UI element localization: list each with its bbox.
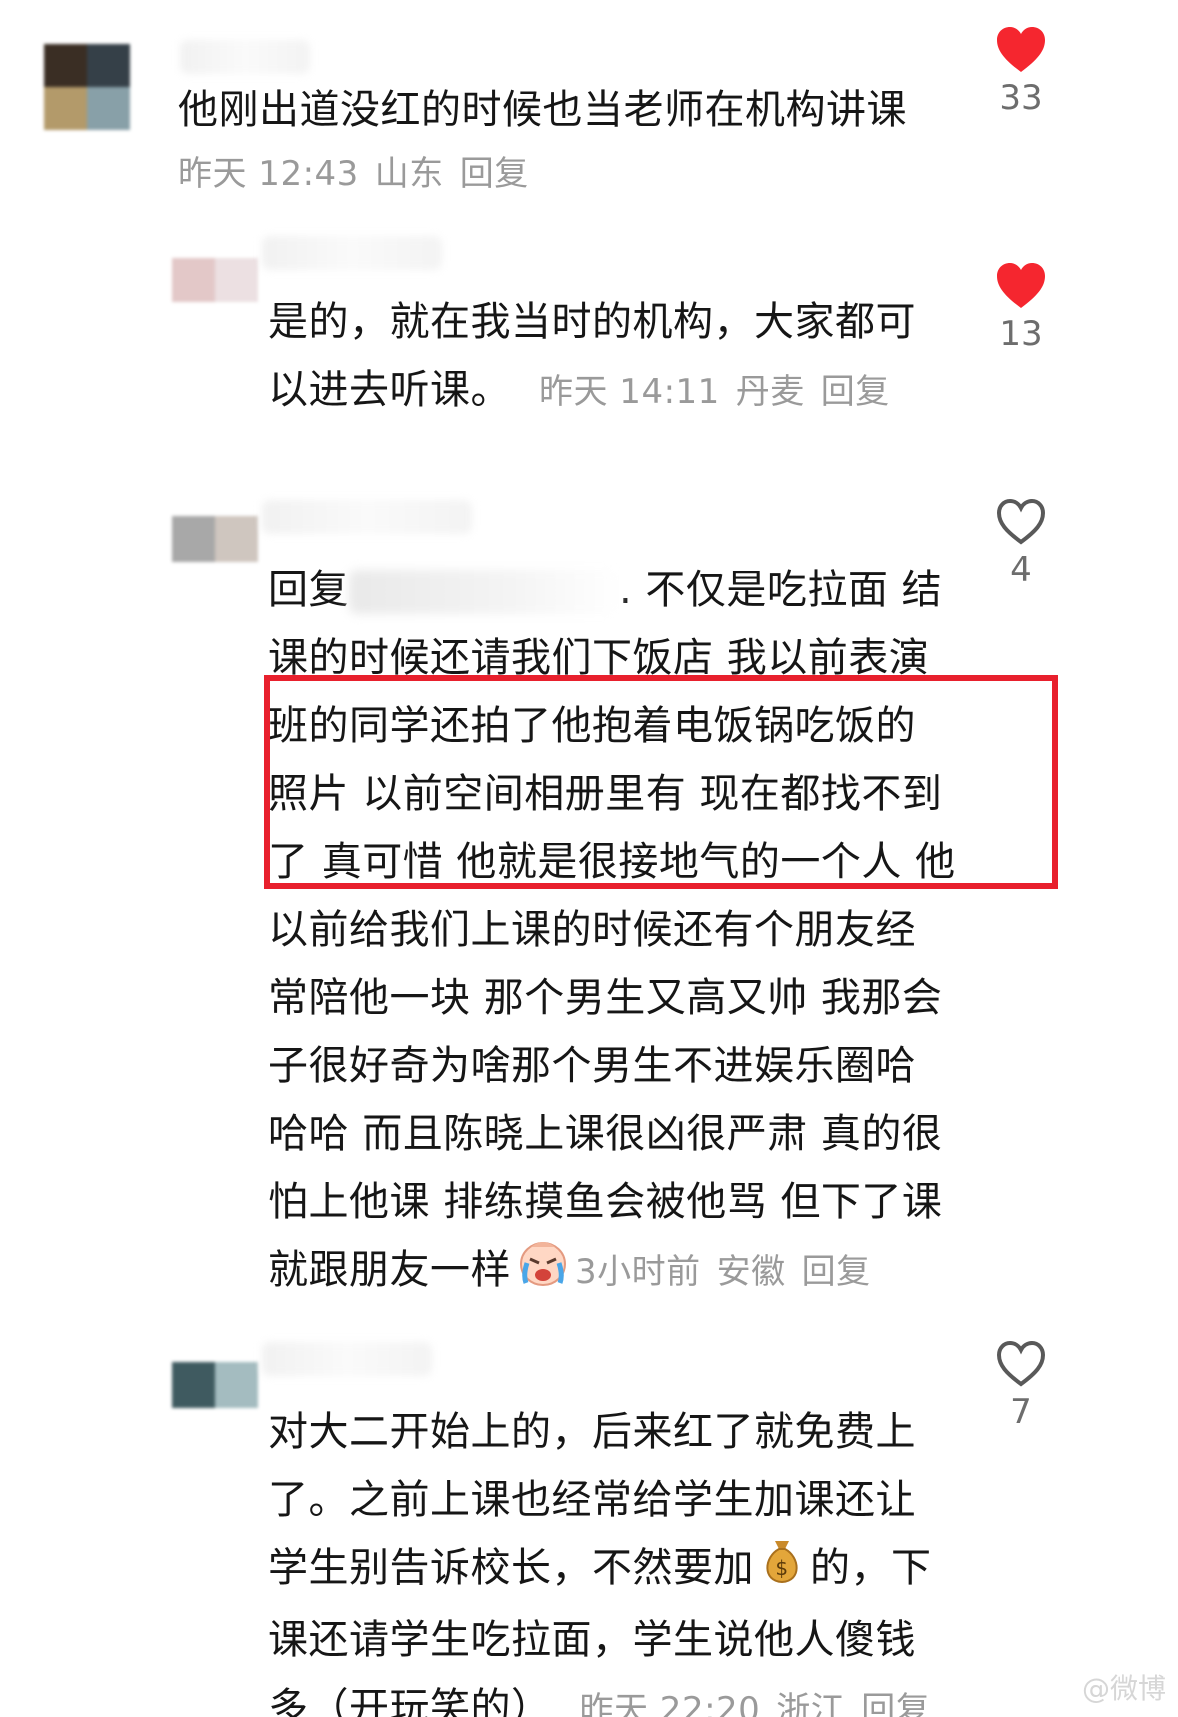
heart-filled-icon[interactable] — [966, 262, 1076, 310]
comment-meta: 3小时前 安徽 回复 — [575, 1252, 887, 1292]
comment-line: 多（开玩笑的） 昨天 22:20 浙江 回复 — [268, 1674, 946, 1717]
comment-line: 就跟朋友一样 3小时前 安徽 回复 — [268, 1236, 956, 1308]
avatar[interactable] — [172, 258, 258, 302]
comment-body: 回复. 不仅是吃拉面 结 课的时候还请我们下饭店 我以前表演 班的同学还拍了他抱… — [268, 556, 956, 1308]
comment-line: 课的时候还请我们下饭店 我以前表演 — [268, 635, 930, 681]
comment-text: 他刚出道没红的时候也当老师在机构讲课 — [178, 87, 907, 133]
comment-line: 怕上他课 排练摸鱼会被他骂 但下了课 — [268, 1179, 943, 1225]
money-bag-emoji: $ — [760, 1535, 804, 1606]
like-count: 33 — [999, 78, 1043, 118]
comment-line: 课还请学生吃拉面，学生说他人傻钱 — [268, 1616, 916, 1663]
reply-button[interactable]: 回复 — [460, 154, 529, 194]
comment-body: 他刚出道没红的时候也当老师在机构讲课 — [178, 76, 907, 144]
comment-line: 常陪他一块 那个男生又高又帅 我那会 — [268, 975, 943, 1021]
heart-filled-icon[interactable] — [966, 26, 1076, 74]
location: 浙江 — [776, 1689, 846, 1717]
timestamp: 昨天 14:11 — [539, 372, 720, 412]
comment-line: 以前给我们上课的时候还有个朋友经 — [268, 907, 916, 953]
username[interactable] — [262, 1342, 432, 1376]
comment-line: 回复. 不仅是吃拉面 结 — [268, 567, 943, 614]
comment-line: 哈哈 而且陈晓上课很凶很严肃 真的很 — [268, 1111, 943, 1157]
username[interactable] — [180, 40, 310, 74]
like-count: 13 — [999, 314, 1043, 354]
reply-button[interactable]: 回复 — [821, 372, 890, 412]
timestamp: 昨天 12:43 — [178, 154, 359, 194]
reply-prefix: 回复 — [268, 567, 349, 613]
comment-meta: 昨天 22:20 浙江 回复 — [580, 1690, 947, 1717]
heart-outline-icon[interactable] — [966, 498, 1076, 546]
avatar[interactable] — [172, 1362, 258, 1408]
comment-line: 照片 以前空间相册里有 现在都找不到 — [268, 771, 943, 817]
like-button[interactable]: 13 — [966, 262, 1076, 354]
comment-line: 学生别告诉校长，不然要加 $ 的，下 — [268, 1534, 946, 1606]
heart-outline-icon[interactable] — [966, 1340, 1076, 1388]
avatar[interactable] — [44, 44, 130, 130]
comment-line: 子很好奇为啥那个男生不进娱乐圈哈 — [268, 1043, 916, 1089]
username[interactable] — [262, 500, 472, 534]
reply-button[interactable]: 回复 — [861, 1690, 930, 1717]
avatar[interactable] — [172, 516, 258, 562]
svg-text:$: $ — [775, 1556, 788, 1580]
like-button[interactable]: 7 — [966, 1340, 1076, 1432]
comment-thread: 他刚出道没红的时候也当老师在机构讲课 昨天 12:43 山东 回复 33 是的，就在… — [0, 0, 1178, 1717]
like-button[interactable]: 33 — [966, 26, 1076, 118]
location: 山东 — [374, 154, 444, 194]
comment-meta: 昨天 14:11 丹麦 回复 — [539, 372, 906, 412]
comment-line: 以进去听课。 昨天 14:11 丹麦 回复 — [268, 356, 916, 426]
like-button[interactable]: 4 — [966, 498, 1076, 590]
comment-line: 是的，就在我当时的机构，大家都可 — [268, 299, 916, 345]
watermark: @微博 — [1081, 1672, 1166, 1705]
comment-line: 对大二开始上的，后来红了就免费上 — [268, 1409, 916, 1455]
reply-button[interactable]: 回复 — [802, 1252, 871, 1292]
like-count: 7 — [1010, 1392, 1032, 1432]
comment-line: 了 真可惜 他就是很接地气的一个人 他 — [268, 839, 956, 885]
location: 丹麦 — [735, 372, 805, 412]
crying-face-emoji — [517, 1237, 569, 1308]
comment-line: 了。之前上课也经常给学生加课还让 — [268, 1477, 916, 1523]
comment-line: 班的同学还拍了他抱着电饭锅吃饭的 — [268, 703, 916, 749]
mentioned-user-blurred[interactable] — [349, 570, 619, 614]
username[interactable] — [262, 236, 442, 270]
timestamp: 3小时前 — [575, 1252, 701, 1292]
comment-body: 是的，就在我当时的机构，大家都可 以进去听课。 昨天 14:11 丹麦 回复 — [268, 288, 916, 426]
timestamp: 昨天 22:20 — [579, 1689, 761, 1717]
comment-body: 对大二开始上的，后来红了就免费上 了。之前上课也经常给学生加课还让 学生别告诉校… — [268, 1398, 946, 1717]
like-count: 4 — [1010, 550, 1032, 590]
comment-meta: 昨天 12:43 山东 回复 — [178, 140, 545, 208]
location: 安徽 — [716, 1252, 786, 1292]
